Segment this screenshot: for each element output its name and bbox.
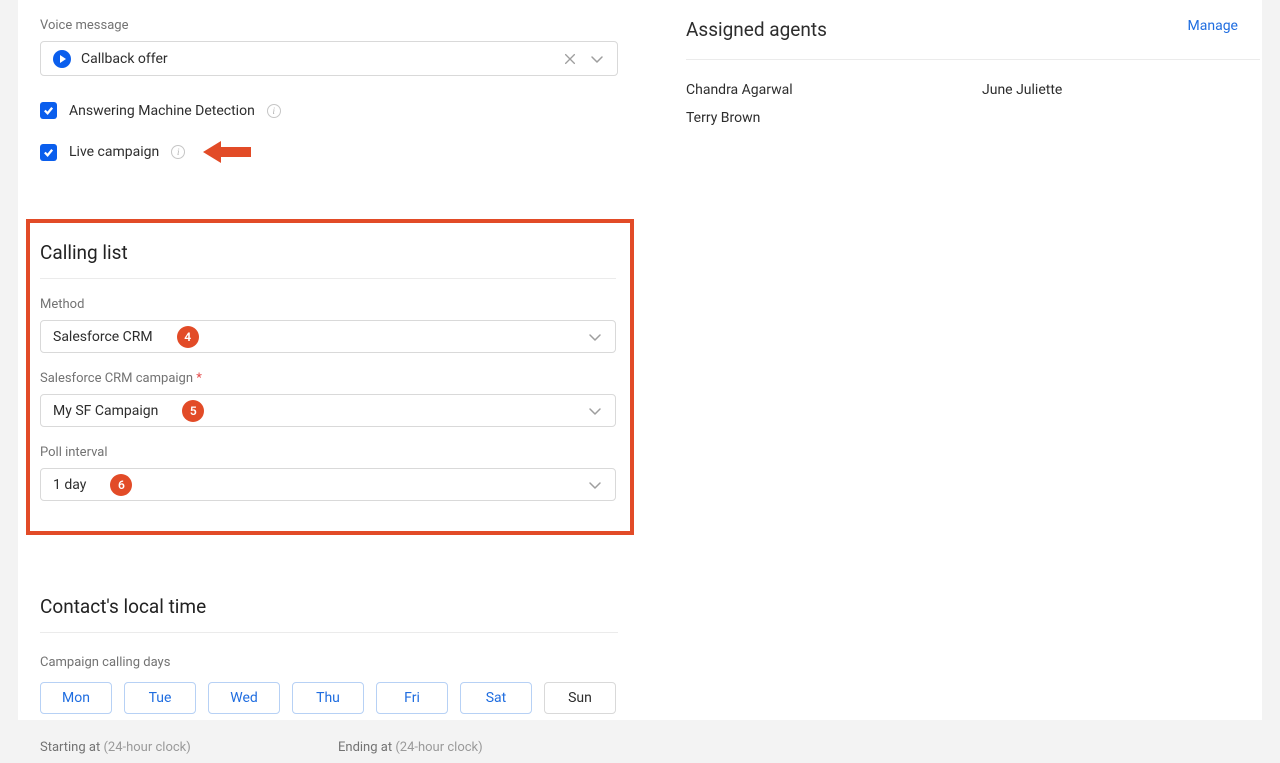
info-icon[interactable]: i: [171, 145, 185, 159]
starting-at-label: Starting at (24-hour clock): [40, 740, 318, 755]
chevron-down-icon: [587, 477, 603, 493]
amd-checkbox[interactable]: [40, 102, 57, 119]
agent-name: Chandra Agarwal: [686, 82, 982, 98]
campaign-select[interactable]: My SF Campaign 5: [40, 394, 616, 427]
voice-message-select[interactable]: Callback offer: [40, 41, 618, 76]
live-campaign-checkbox[interactable]: [40, 144, 57, 161]
amd-label: Answering Machine Detection: [69, 103, 255, 119]
day-sun[interactable]: Sun: [544, 682, 616, 714]
step-badge-6: 6: [110, 474, 132, 496]
chevron-down-icon: [587, 329, 603, 345]
day-tue[interactable]: Tue: [124, 682, 196, 714]
method-label: Method: [40, 297, 620, 312]
local-time-title: Contact's local time: [40, 595, 618, 618]
calling-list-title: Calling list: [40, 241, 620, 264]
agent-name: June Juliette: [982, 82, 1238, 98]
poll-label: Poll interval: [40, 445, 620, 460]
clear-icon[interactable]: [563, 52, 577, 66]
agent-name: Terry Brown: [686, 110, 982, 126]
manage-link[interactable]: Manage: [1188, 18, 1238, 34]
day-sat[interactable]: Sat: [460, 682, 532, 714]
live-campaign-label: Live campaign: [69, 144, 159, 160]
highlight-arrow-icon: [203, 141, 251, 163]
assigned-agents-title: Assigned agents: [686, 18, 827, 41]
poll-value: 1 day: [53, 477, 86, 493]
info-icon[interactable]: i: [267, 104, 281, 118]
poll-select[interactable]: 1 day 6: [40, 468, 616, 501]
method-value: Salesforce CRM: [53, 329, 153, 345]
chevron-down-icon: [589, 51, 605, 67]
campaign-days-label: Campaign calling days: [40, 655, 618, 670]
voice-message-label: Voice message: [40, 18, 618, 33]
campaign-label: Salesforce CRM campaign *: [40, 371, 620, 386]
day-thu[interactable]: Thu: [292, 682, 364, 714]
campaign-value: My SF Campaign: [53, 403, 158, 419]
step-badge-4: 4: [177, 326, 199, 348]
play-icon: [53, 50, 71, 68]
ending-at-label: Ending at (24-hour clock): [338, 740, 616, 755]
method-select[interactable]: Salesforce CRM 4: [40, 320, 616, 353]
voice-message-value: Callback offer: [81, 51, 168, 67]
day-fri[interactable]: Fri: [376, 682, 448, 714]
step-badge-5: 5: [182, 400, 204, 422]
chevron-down-icon: [587, 403, 603, 419]
day-wed[interactable]: Wed: [208, 682, 280, 714]
calling-list-section: Calling list Method Salesforce CRM 4 Sal…: [26, 219, 634, 535]
day-mon[interactable]: Mon: [40, 682, 112, 714]
